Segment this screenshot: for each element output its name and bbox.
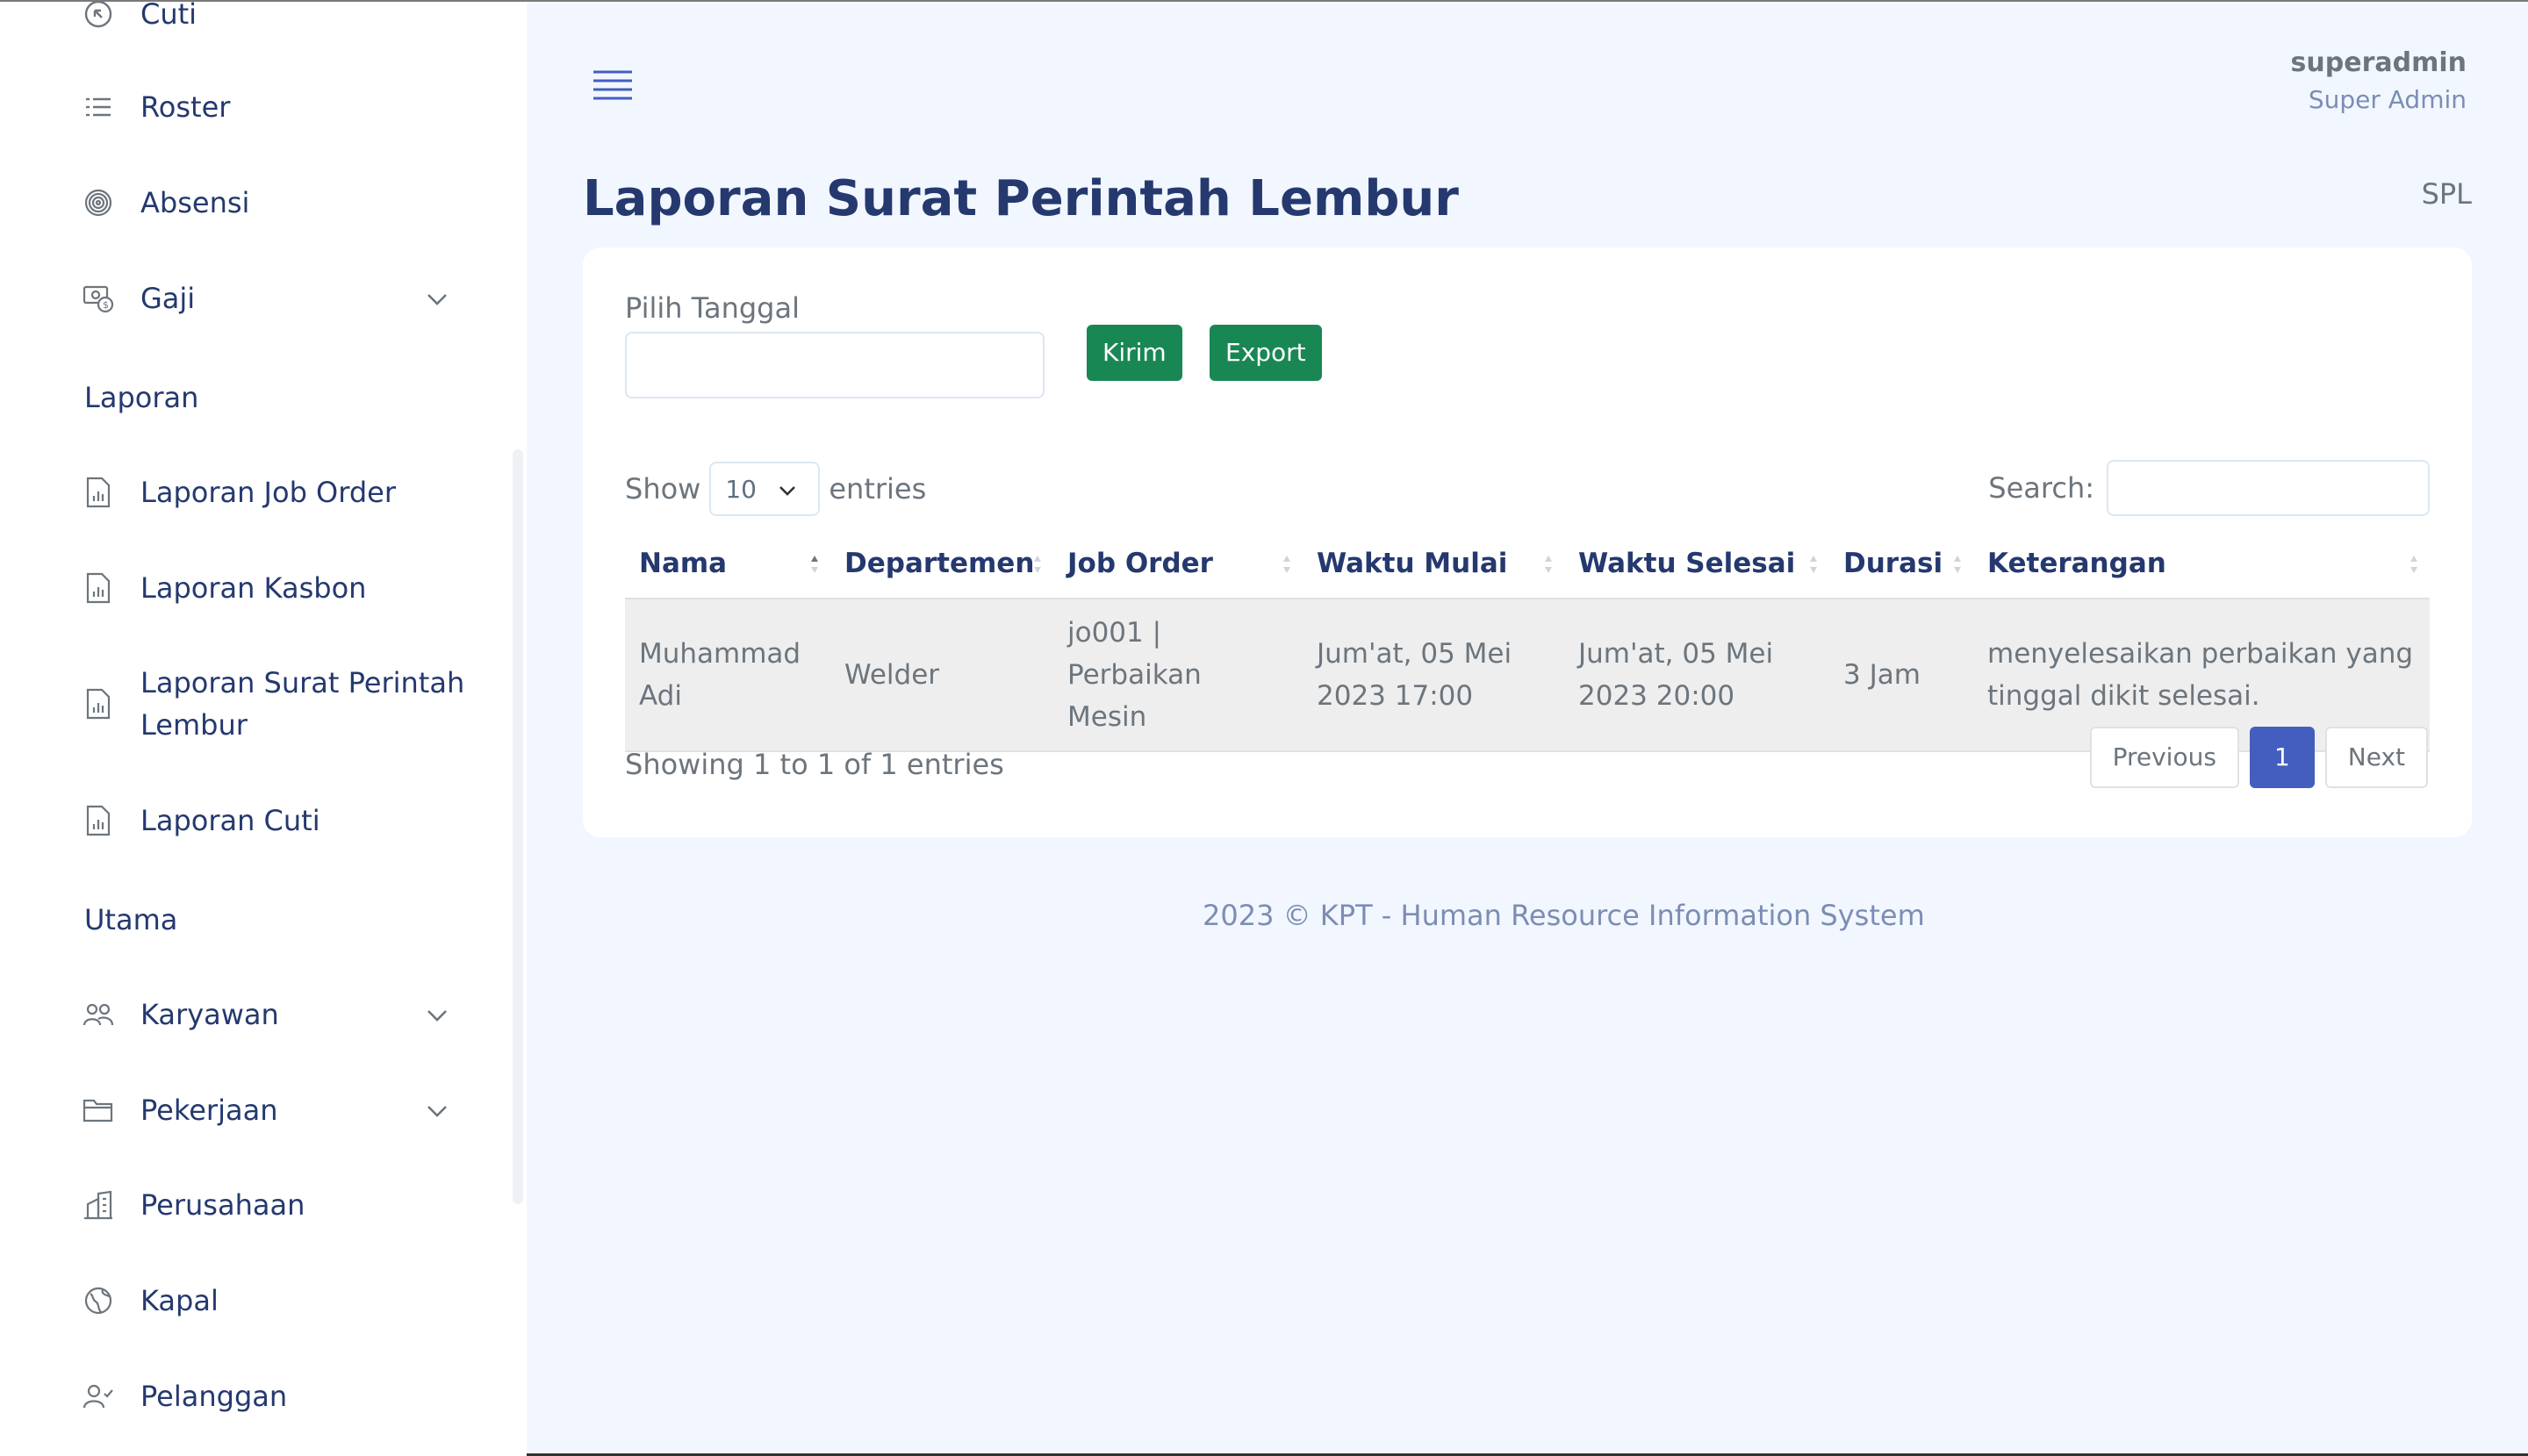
cell-departemen: Welder xyxy=(830,599,1053,752)
column-header-departemen[interactable]: Departemen xyxy=(830,528,1053,599)
cash-icon: $ xyxy=(81,281,116,316)
person-check-icon xyxy=(81,1379,116,1414)
cell-durasi: 3 Jam xyxy=(1829,599,1973,752)
sidebar-item-cuti[interactable]: Cuti xyxy=(81,2,449,35)
sidebar-item-label: Laporan Cuti xyxy=(140,804,320,837)
sort-asc-icon xyxy=(811,556,818,573)
sidebar-item-laporan-job-order[interactable]: Laporan Job Order xyxy=(81,471,449,513)
column-header-waktu-selesai[interactable]: Waktu Selesai xyxy=(1564,528,1829,599)
kirim-button[interactable]: Kirim xyxy=(1087,325,1182,381)
sidebar-item-kapal[interactable]: Kapal xyxy=(81,1280,449,1322)
sidebar: Cuti Roster Absensi $ Gaji Laporan Lapor… xyxy=(0,2,527,1456)
sidebar-item-laporan-spl[interactable]: Laporan Surat Perintah Lembur xyxy=(81,662,467,746)
sort-icon xyxy=(1810,556,1817,573)
cell-nama: Muhammad Adi xyxy=(625,599,830,752)
column-header-keterangan[interactable]: Keterangan xyxy=(1973,528,2430,599)
sidebar-item-label: Gaji xyxy=(140,282,196,315)
cell-waktu-mulai: Jum'at, 05 Mei 2023 17:00 xyxy=(1303,599,1564,752)
user-name: superadmin xyxy=(2290,47,2467,78)
sidebar-item-label: Roster xyxy=(140,90,231,124)
column-header-nama[interactable]: Nama xyxy=(625,528,830,599)
export-button[interactable]: Export xyxy=(1210,325,1322,381)
sidebar-item-laporan-kasbon[interactable]: Laporan Kasbon xyxy=(81,567,449,609)
table-info: Showing 1 to 1 of 1 entries xyxy=(625,748,1004,781)
table-header-row: Nama Departemen Job Order Waktu Mulai Wa… xyxy=(625,528,2430,599)
search-control: Search: xyxy=(1988,460,2430,516)
sort-icon xyxy=(2410,556,2417,573)
sidebar-item-perusahaan[interactable]: Perusahaan xyxy=(81,1184,449,1226)
sidebar-item-label: Laporan Surat Perintah Lembur xyxy=(140,666,465,742)
date-input[interactable] xyxy=(625,332,1045,398)
previous-page-button[interactable]: Previous xyxy=(2089,727,2239,788)
sidebar-item-label: Laporan Kasbon xyxy=(140,571,367,605)
page-length-value: 10 xyxy=(725,474,757,504)
search-label: Search: xyxy=(1988,471,2094,505)
report-file-icon xyxy=(81,475,116,510)
chevron-down-icon xyxy=(427,1010,447,1022)
sidebar-item-label: Perusahaan xyxy=(140,1188,305,1222)
fingerprint-icon xyxy=(81,185,116,220)
report-file-icon xyxy=(81,803,116,838)
svg-text:$: $ xyxy=(103,299,109,311)
folder-icon xyxy=(81,1093,116,1128)
sidebar-item-label: Pekerjaan xyxy=(140,1094,278,1127)
list-icon xyxy=(81,90,116,125)
sidebar-item-pelanggan[interactable]: Pelanggan xyxy=(81,1375,449,1417)
arrow-circle-icon xyxy=(81,2,116,32)
show-label: Show xyxy=(625,472,701,506)
sort-icon xyxy=(1545,556,1552,573)
column-header-durasi[interactable]: Durasi xyxy=(1829,528,1973,599)
chevron-down-icon xyxy=(427,294,447,305)
cell-waktu-selesai: Jum'at, 05 Mei 2023 20:00 xyxy=(1564,599,1829,752)
sidebar-item-pekerjaan[interactable]: Pekerjaan xyxy=(81,1089,449,1131)
footer-text: 2023 © KPT - Human Resource Information … xyxy=(1203,899,1925,932)
page-1-button[interactable]: 1 xyxy=(2249,727,2315,788)
sidebar-item-label: Laporan Job Order xyxy=(140,476,396,509)
search-input[interactable] xyxy=(2107,460,2430,516)
sidebar-section-laporan: Laporan xyxy=(84,381,199,414)
entries-label: entries xyxy=(829,472,927,506)
sidebar-item-laporan-cuti[interactable]: Laporan Cuti xyxy=(81,800,449,842)
sidebar-item-label: Karyawan xyxy=(140,998,279,1031)
sidebar-item-gaji[interactable]: $ Gaji xyxy=(81,277,449,319)
breadcrumb: SPL xyxy=(2421,177,2472,211)
sidebar-item-label: Pelanggan xyxy=(140,1380,288,1413)
next-page-button[interactable]: Next xyxy=(2324,727,2428,788)
chevron-down-icon xyxy=(427,1106,447,1117)
sidebar-item-absensi[interactable]: Absensi xyxy=(81,182,449,224)
sidebar-section-utama: Utama xyxy=(84,903,178,936)
page-length-select[interactable]: 10 xyxy=(709,462,821,516)
page-title: Laporan Surat Perintah Lembur xyxy=(583,170,1459,227)
sort-icon xyxy=(1034,556,1041,573)
sidebar-item-label: Cuti xyxy=(140,2,198,31)
people-icon xyxy=(81,997,116,1032)
pagination: Previous 1 Next xyxy=(2079,727,2428,788)
sidebar-item-label: Kapal xyxy=(140,1284,219,1317)
hamburger-menu-icon[interactable] xyxy=(592,67,634,102)
report-card: Pilih Tanggal Kirim Export Show 10 entri… xyxy=(583,247,2472,837)
chevron-down-icon xyxy=(779,486,796,496)
column-header-waktu-mulai[interactable]: Waktu Mulai xyxy=(1303,528,1564,599)
report-file-icon xyxy=(81,570,116,606)
user-role: Super Admin xyxy=(2308,85,2467,114)
building-icon xyxy=(81,1187,116,1223)
report-file-icon xyxy=(81,686,116,721)
date-label: Pilih Tanggal xyxy=(625,291,800,325)
column-header-job-order[interactable]: Job Order xyxy=(1053,528,1303,599)
sidebar-item-roster[interactable]: Roster xyxy=(81,86,449,128)
sort-icon xyxy=(1954,556,1961,573)
globe-icon xyxy=(81,1283,116,1318)
sort-icon xyxy=(1283,556,1290,573)
sidebar-item-karyawan[interactable]: Karyawan xyxy=(81,993,449,1036)
user-menu[interactable]: superadmin Super Admin xyxy=(2291,44,2467,118)
length-control: Show 10 entries xyxy=(625,462,926,516)
spl-table: Nama Departemen Job Order Waktu Mulai Wa… xyxy=(625,528,2430,752)
sidebar-scrollbar[interactable] xyxy=(513,449,523,1204)
sidebar-item-label: Absensi xyxy=(140,186,250,219)
cell-job-order: jo001 | Perbaikan Mesin xyxy=(1053,599,1303,752)
